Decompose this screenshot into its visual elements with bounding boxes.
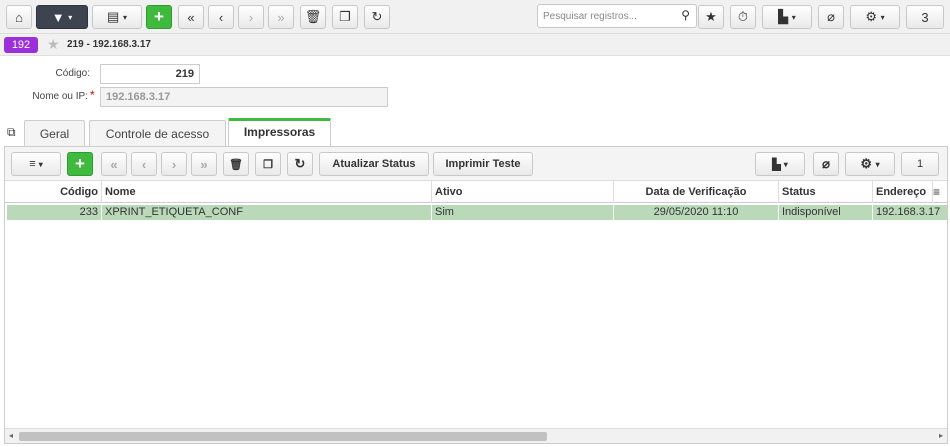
- tab-geral[interactable]: Geral: [24, 120, 85, 146]
- delete-button[interactable]: 🗑: [300, 5, 326, 29]
- page-count[interactable]: 3: [906, 5, 944, 29]
- panel-refresh-button[interactable]: ↻: [287, 152, 313, 176]
- search-input[interactable]: Pesquisar registros... ⚲: [537, 4, 697, 28]
- list-view-icon: ▤: [107, 9, 120, 24]
- codigo-label: Código:: [55, 68, 90, 79]
- tab-bar: ⧉ Geral Controle de acesso Impressoras: [0, 118, 950, 146]
- chevron-down-icon: ▾: [38, 159, 43, 169]
- refresh-icon: ↻: [371, 9, 383, 24]
- scroll-right-icon[interactable]: ▸: [939, 431, 943, 440]
- print-test-button[interactable]: Imprimir Teste: [433, 152, 533, 176]
- refresh-icon: ↻: [294, 156, 306, 171]
- cell-status: Indisponível: [779, 205, 873, 220]
- settings-button[interactable]: ⚙ ▾: [850, 5, 900, 29]
- gear-icon: ⚙: [865, 9, 877, 24]
- star-icon: ★: [705, 9, 717, 24]
- codigo-field[interactable]: 219: [100, 64, 200, 84]
- col-data-verificacao[interactable]: Data de Verificação: [614, 181, 779, 203]
- panel-toolbar: ≡ ▾ + « ‹ › » 🗑 ❐ ↻ Atualizar Status Imp…: [5, 147, 947, 181]
- cell-nome: XPRINT_ETIQUETA_CONF: [102, 205, 432, 220]
- previous-icon: ‹: [218, 9, 224, 25]
- add-button[interactable]: +: [146, 5, 172, 29]
- record-badge: 192: [4, 37, 38, 53]
- table-row[interactable]: 233 XPRINT_ETIQUETA_CONF Sim 29/05/2020 …: [7, 205, 947, 220]
- panel-settings-button[interactable]: ⚙ ▾: [845, 152, 895, 176]
- nome-label: Nome ou IP:: [32, 91, 88, 102]
- cell-endereco: 192.168.3.17: [876, 206, 941, 218]
- cell-data: 29/05/2020 11:10: [614, 205, 779, 220]
- copy-icon: ❐: [263, 158, 273, 171]
- panel-next-button[interactable]: ›: [161, 152, 187, 176]
- panel-page-count[interactable]: 1: [901, 152, 939, 176]
- col-nome[interactable]: Nome: [102, 181, 432, 203]
- chevron-down-icon: ▾: [783, 159, 788, 169]
- column-menu-icon[interactable]: ≡: [933, 185, 940, 199]
- filter-icon: ▼: [51, 9, 65, 25]
- col-ativo[interactable]: Ativo: [432, 181, 614, 203]
- trash-icon: 🗑: [229, 158, 243, 171]
- previous-record-button[interactable]: ‹: [208, 5, 234, 29]
- timer-button[interactable]: ⏱: [730, 5, 756, 29]
- panel-prev-button[interactable]: ‹: [131, 152, 157, 176]
- favorite-button[interactable]: ★: [698, 5, 724, 29]
- panel-last-button[interactable]: »: [191, 152, 217, 176]
- panel-copy-button[interactable]: ❐: [255, 152, 281, 176]
- required-mark: *: [90, 88, 95, 102]
- paperclip-icon: ⌀: [822, 156, 830, 171]
- panel-delete-button[interactable]: 🗑: [223, 152, 249, 176]
- first-icon: «: [187, 9, 195, 25]
- chevron-down-icon: ▾: [68, 12, 73, 22]
- copy-tabs-icon[interactable]: ⧉: [7, 125, 16, 140]
- scroll-left-icon[interactable]: ◂: [9, 431, 13, 440]
- gear-icon: ⚙: [860, 156, 872, 171]
- copy-button[interactable]: ❐: [332, 5, 358, 29]
- last-record-button[interactable]: »: [268, 5, 294, 29]
- next-record-button[interactable]: ›: [238, 5, 264, 29]
- nome-field[interactable]: 192.168.3.17: [100, 87, 388, 107]
- stopwatch-icon: ⏱: [737, 9, 749, 24]
- col-codigo[interactable]: Código: [5, 181, 102, 203]
- cell-codigo: 233: [7, 205, 102, 220]
- home-button[interactable]: ⌂: [6, 5, 32, 29]
- copy-icon: ❐: [339, 9, 351, 24]
- panel-view-button[interactable]: ≡ ▾: [11, 152, 61, 176]
- view-mode-button[interactable]: ▤ ▾: [92, 5, 142, 29]
- printers-panel: ≡ ▾ + « ‹ › » 🗑 ❐ ↻ Atualizar Status Imp…: [4, 146, 948, 444]
- paperclip-icon: ⌀: [827, 9, 835, 24]
- panel-attach-button[interactable]: ⌀: [813, 152, 839, 176]
- last-icon: »: [277, 9, 285, 25]
- tab-controle-de-acesso[interactable]: Controle de acesso: [89, 120, 226, 146]
- record-bar: 192 ★ 219 - 192.168.3.17: [0, 34, 950, 56]
- chevron-down-icon: ▾: [875, 159, 880, 169]
- panel-first-button[interactable]: «: [101, 152, 127, 176]
- document-icon: ▙: [772, 158, 781, 171]
- attach-button[interactable]: ⌀: [818, 5, 844, 29]
- next-icon: ›: [248, 9, 254, 25]
- chevron-down-icon: ▾: [880, 12, 885, 22]
- panel-report-button[interactable]: ▙ ▾: [755, 152, 805, 176]
- favorite-star-icon[interactable]: ★: [47, 36, 60, 53]
- chevron-down-icon: ▾: [791, 12, 796, 22]
- panel-add-button[interactable]: +: [67, 152, 93, 176]
- grid-header: Código Nome Ativo Data de Verificação St…: [5, 181, 947, 203]
- record-title: 219 - 192.168.3.17: [67, 39, 151, 50]
- update-status-button[interactable]: Atualizar Status: [319, 152, 429, 176]
- filter-button[interactable]: ▼ ▾: [36, 5, 88, 29]
- document-icon: ▙: [778, 9, 789, 24]
- first-record-button[interactable]: «: [178, 5, 204, 29]
- report-button[interactable]: ▙ ▾: [762, 5, 812, 29]
- list-view-icon: ≡: [29, 158, 36, 170]
- search-icon: ⚲: [681, 8, 690, 22]
- refresh-button[interactable]: ↻: [364, 5, 390, 29]
- chevron-down-icon: ▾: [122, 12, 127, 22]
- scrollbar-thumb[interactable]: [19, 432, 547, 441]
- col-endereco[interactable]: Endereço: [873, 181, 933, 203]
- tab-impressoras[interactable]: Impressoras: [228, 118, 331, 146]
- top-toolbar: ⌂ ▼ ▾ ▤ ▾ + « ‹ › » 🗑 ❐ ↻ Pesquisar regi…: [0, 0, 950, 34]
- cell-ativo: Sim: [432, 205, 614, 220]
- home-icon: ⌂: [15, 9, 23, 25]
- horizontal-scrollbar[interactable]: ◂ ▸: [5, 428, 947, 443]
- col-status[interactable]: Status: [779, 181, 873, 203]
- trash-icon: 🗑: [304, 9, 322, 24]
